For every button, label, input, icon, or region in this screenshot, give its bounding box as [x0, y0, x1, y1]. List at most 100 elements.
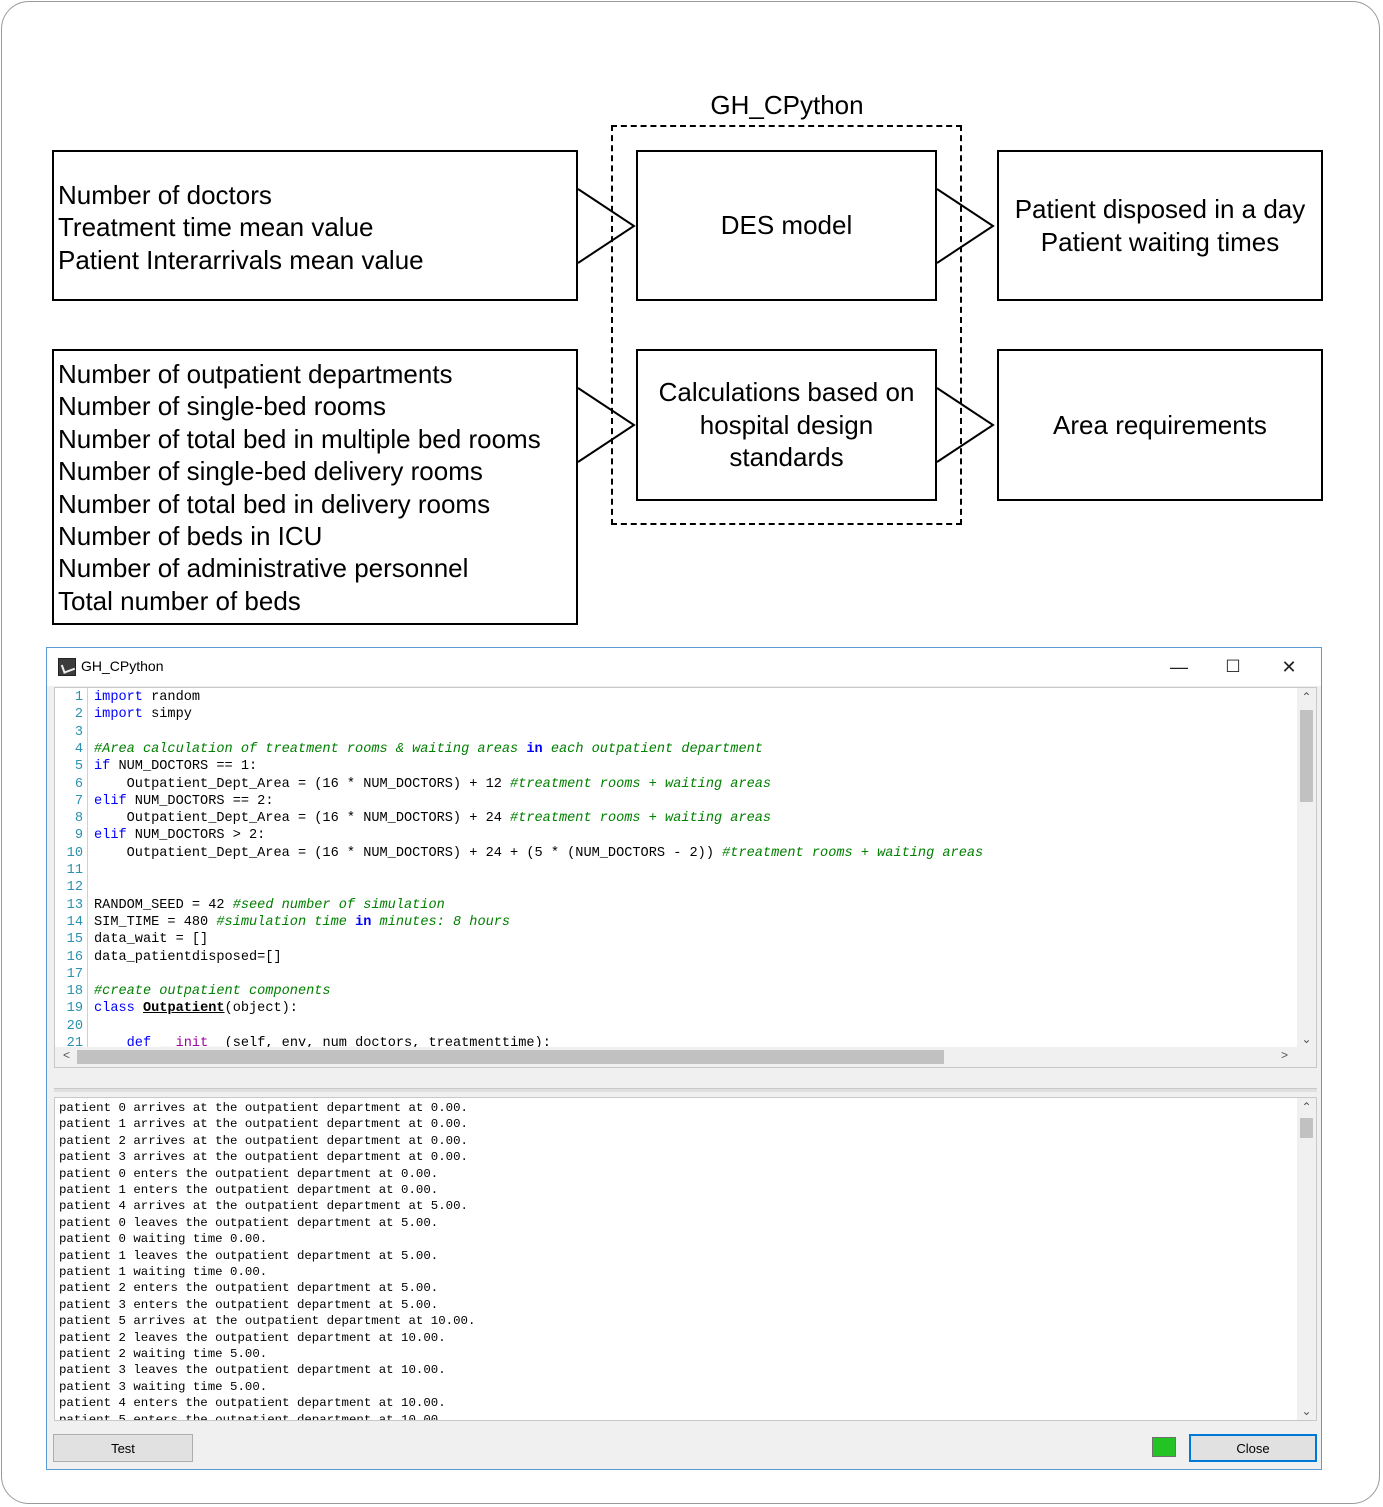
code-line: 8 Outpatient_Dept_Area = (16 * NUM_DOCTO…: [55, 810, 1295, 827]
close-window-button[interactable]: ✕: [1261, 648, 1317, 686]
line-number: 6: [74, 776, 83, 792]
code-token: data_wait = []: [94, 932, 209, 948]
console-line: patient 1 enters the outpatient departme…: [59, 1183, 439, 1197]
code-token: elif: [94, 828, 127, 844]
code-line: 20: [55, 1018, 1295, 1035]
code-token: NUM_DOCTORS == 1:: [110, 759, 258, 775]
code-token: Outpatient_Dept_Area = (16 * NUM_DOCTORS…: [94, 811, 511, 827]
test-button[interactable]: Test: [53, 1434, 193, 1462]
code-token: in: [355, 914, 372, 930]
code-text: class Outpatient(object):: [94, 1000, 298, 1017]
output-console[interactable]: patient 0 arrives at the outpatient depa…: [54, 1097, 1317, 1421]
code-token: import: [94, 690, 143, 705]
scroll-up-icon[interactable]: ⌃: [1297, 1100, 1316, 1114]
line-number: 9: [74, 828, 83, 844]
arrow-connector: [936, 188, 995, 264]
scrollbar-thumb[interactable]: [77, 1050, 944, 1064]
console-line: patient 0 arrives at the outpatient depa…: [59, 1101, 468, 1115]
console-line: patient 3 waiting time 5.00.: [59, 1379, 268, 1394]
line-number: 12: [66, 880, 83, 896]
scrollbar-thumb[interactable]: [1300, 1118, 1313, 1138]
editor-horizontal-scrollbar[interactable]: < >: [55, 1047, 1316, 1067]
code-line: 13 RANDOM_SEED = 42 #seed number of simul…: [55, 897, 1295, 914]
code-token: import: [94, 707, 143, 723]
title-bar[interactable]: GH_CPython — ☐ ✕: [47, 648, 1321, 686]
arrow-connector: [936, 387, 995, 463]
scroll-up-icon[interactable]: ⌃: [1297, 690, 1316, 704]
code-text: Outpatient_Dept_Area = (16 * NUM_DOCTORS…: [94, 776, 771, 793]
line-number: 10: [66, 845, 83, 861]
console-line: patient 4 enters the outpatient departme…: [59, 1396, 446, 1411]
console-line: patient 5 arrives at the outpatient depa…: [59, 1314, 476, 1329]
code-line: 1 import random: [55, 689, 1295, 706]
code-line: 12: [55, 879, 1295, 896]
console-line: patient 0 leaves the outpatient departme…: [59, 1215, 439, 1230]
code-token: minutes: 8 hours: [371, 914, 511, 930]
code-token: #treatment rooms + waiting areas: [510, 776, 772, 792]
close-button[interactable]: Close: [1189, 1434, 1317, 1462]
code-token: Outpatient_Dept_Area = (16 * NUM_DOCTORS…: [94, 776, 511, 792]
code-line: 4 #Area calculation of treatment rooms & …: [55, 741, 1295, 758]
code-editor[interactable]: 1 import random 2 import simpy 3 4 #Area calcu…: [54, 687, 1317, 1068]
console-line: patient 0 enters the outpatient departme…: [59, 1166, 439, 1181]
code-token: #treatment rooms + waiting areas: [722, 845, 984, 861]
console-line: patient 1 leaves the outpatient departme…: [59, 1248, 439, 1263]
line-number: 1: [74, 690, 83, 705]
editor-vertical-scrollbar[interactable]: ⌃ ⌄: [1297, 688, 1316, 1048]
arrow-connector: [577, 188, 636, 264]
line-number: 4: [74, 741, 83, 757]
code-token: elif: [94, 793, 127, 809]
console-vertical-scrollbar[interactable]: ⌃ ⌄: [1297, 1098, 1316, 1420]
code-token: if: [94, 759, 111, 775]
code-token: NUM_DOCTORS > 2:: [126, 828, 266, 844]
console-line: patient 0 waiting time 0.00.: [59, 1232, 268, 1247]
line-number: 19: [66, 1001, 83, 1017]
maximize-button[interactable]: ☐: [1205, 648, 1261, 686]
code-text: Outpatient_Dept_Area = (16 * NUM_DOCTORS…: [94, 810, 771, 827]
line-number: 16: [66, 949, 83, 965]
line-number: 18: [66, 984, 83, 1000]
line-number: 11: [66, 863, 83, 878]
scrollbar-thumb[interactable]: [1300, 710, 1313, 802]
pane-splitter[interactable]: [54, 1088, 1317, 1092]
console-line: patient 1 waiting time 0.00.: [59, 1265, 268, 1279]
scroll-down-icon[interactable]: ⌄: [1297, 1032, 1316, 1046]
code-line: 3: [55, 724, 1295, 741]
code-token: #treatment rooms + waiting areas: [510, 811, 772, 827]
code-token: RANDOM_SEED = 42: [94, 897, 233, 913]
line-number: 13: [66, 897, 83, 913]
code-line: 7 elif NUM_DOCTORS == 2:: [55, 793, 1295, 810]
code-text: elif NUM_DOCTORS > 2:: [94, 827, 265, 844]
console-line: patient 2 enters the outpatient departme…: [59, 1281, 439, 1296]
console-line: patient 2 arrives at the outpatient depa…: [59, 1133, 468, 1148]
code-token: class: [94, 1001, 135, 1017]
code-line: 10 Outpatient_Dept_Area = (16 * NUM_DOCT…: [55, 845, 1295, 862]
code-token: NUM_DOCTORS == 2:: [126, 793, 274, 809]
scroll-down-icon[interactable]: ⌄: [1297, 1404, 1316, 1418]
code-token: #Area calculation of treatment rooms & w…: [94, 741, 527, 757]
code-token: (object):: [224, 1001, 298, 1017]
code-line: 18 #create outpatient components: [55, 983, 1295, 1000]
line-number: 14: [66, 914, 83, 930]
console-line: patient 1 arrives at the outpatient depa…: [59, 1117, 468, 1132]
code-token: data_patientdisposed=[]: [94, 949, 282, 965]
code-text: data_wait = []: [94, 931, 208, 948]
code-token: #create outpatient components: [94, 984, 331, 1000]
gh-cpython-window: GH_CPython — ☐ ✕ 1 import random 2 import s…: [46, 647, 1322, 1470]
scroll-left-icon[interactable]: <: [57, 1048, 76, 1062]
code-text: RANDOM_SEED = 42 #seed number of simulat…: [94, 897, 445, 914]
code-line: 9 elif NUM_DOCTORS > 2:: [55, 827, 1295, 844]
line-number: 8: [74, 811, 83, 827]
code-line: 14 SIM_TIME = 480 #simulation time in min…: [55, 914, 1295, 931]
console-line: patient 3 leaves the outpatient departme…: [59, 1363, 446, 1378]
scroll-right-icon[interactable]: >: [1275, 1048, 1294, 1062]
code-text: import simpy: [94, 706, 192, 723]
console-line: patient 3 enters the outpatient departme…: [59, 1297, 439, 1312]
code-token: #simulation time: [216, 914, 356, 930]
console-line: patient 5 enters the outpatient departme…: [59, 1412, 446, 1421]
minimize-button[interactable]: —: [1151, 648, 1207, 686]
line-number: 2: [74, 707, 83, 723]
code-token: each outpatient department: [542, 741, 763, 757]
code-line: 5 if NUM_DOCTORS == 1:: [55, 758, 1295, 775]
